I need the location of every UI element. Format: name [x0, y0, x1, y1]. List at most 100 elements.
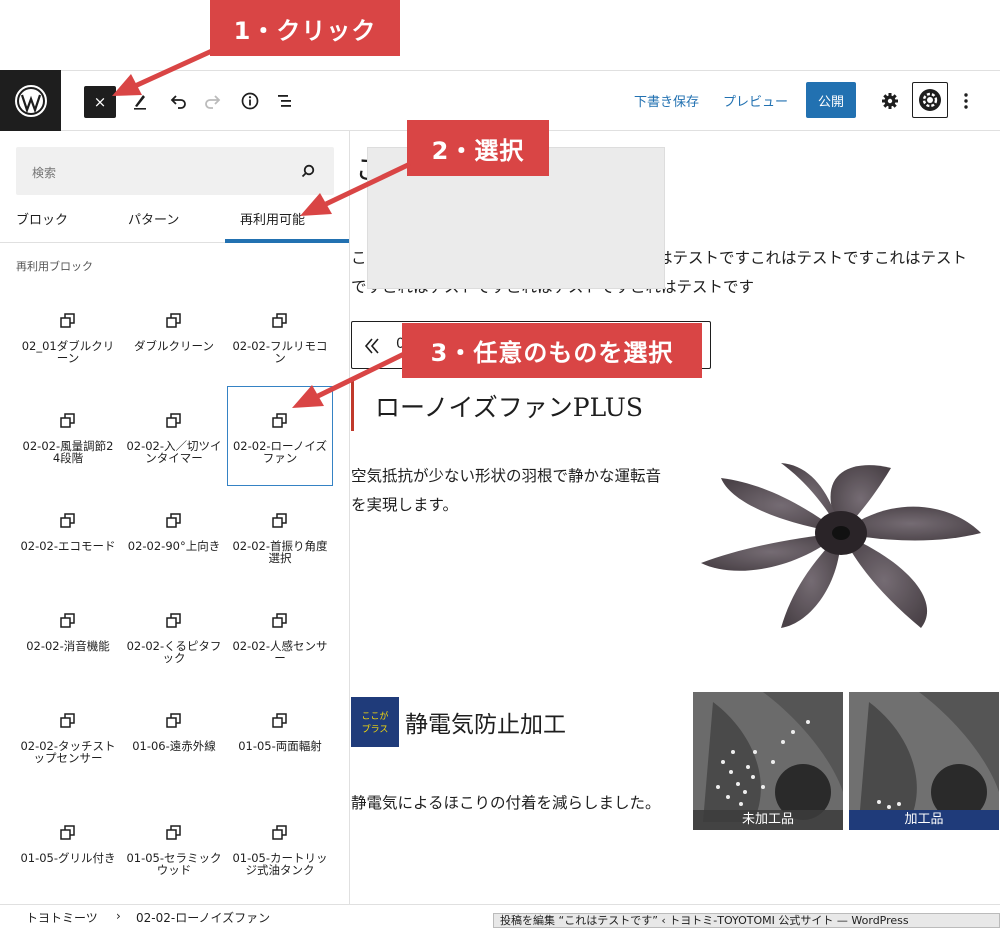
- callout-step2: 2・選択: [407, 120, 549, 176]
- reusable-block-item[interactable]: 02-02-フルリモコン: [228, 287, 332, 385]
- reusable-block-label: 02-02-消音機能: [26, 639, 110, 653]
- reusable-block-icon: [166, 513, 181, 528]
- untreated-photo: 未加工品: [693, 692, 843, 830]
- reusable-block-icon: [60, 413, 75, 428]
- reusable-block-icon: [60, 825, 75, 840]
- tools-pen-button[interactable]: [124, 85, 156, 117]
- reusable-block-icon: [166, 613, 181, 628]
- reusable-block-icon: [272, 313, 287, 328]
- reusable-block-item[interactable]: 02-02-風量調節24段階: [16, 387, 120, 485]
- reusable-block-item[interactable]: 02-02-人感センサー: [228, 587, 332, 685]
- search-icon: [301, 164, 315, 178]
- close-inserter-button[interactable]: ×: [84, 86, 116, 118]
- gear-icon: [882, 93, 898, 109]
- reusable-block-label: 02-02-首振り角度選択: [232, 539, 328, 565]
- heading-accent-bar: [351, 381, 354, 431]
- paragraph-line-start[interactable]: こ: [351, 244, 367, 273]
- reusable-block-icon: [60, 513, 75, 528]
- reusable-block-label: 02_01ダブルクリーン: [21, 339, 115, 365]
- wordpress-logo-icon[interactable]: [0, 70, 61, 132]
- callout-step1: 1・クリック: [210, 0, 400, 56]
- reusable-block-item[interactable]: 02-02-消音機能: [16, 587, 120, 685]
- reusable-block-icon: [60, 613, 75, 628]
- reusable-block-icon: [166, 825, 181, 840]
- tab-blocks[interactable]: ブロック: [16, 209, 68, 228]
- reusable-block-icon: [60, 313, 75, 328]
- reusable-block-label: 02-02-エコモード: [20, 539, 116, 553]
- details-button[interactable]: [234, 85, 266, 117]
- inserter-tabs: ブロック パターン 再利用可能: [0, 197, 349, 243]
- reusable-block-icon: [272, 825, 287, 840]
- tab-reusable[interactable]: 再利用可能: [240, 209, 305, 228]
- breadcrumb-root[interactable]: トヨトミーツ: [26, 909, 98, 926]
- reusable-block-item[interactable]: 02-02-エコモード: [16, 487, 120, 585]
- plus-badge-bottom: プラス: [361, 725, 389, 735]
- breadcrumb-current[interactable]: 02-02-ローノイズファン: [136, 909, 270, 926]
- reusable-block-label: 02-02-風量調節24段階: [22, 439, 114, 465]
- reusable-block-item[interactable]: 02-02-入／切ツインタイマー: [122, 387, 226, 485]
- undo-button[interactable]: [162, 85, 194, 117]
- static-description[interactable]: 静電気によるほこりの付着を減らしました。: [351, 789, 661, 818]
- reusable-block-item[interactable]: 02-02-タッチストップセンサー: [16, 687, 120, 785]
- plus-badge: ここが プラス: [351, 697, 399, 747]
- reusable-block-icon: [272, 613, 287, 628]
- block-search-field[interactable]: 検索: [16, 147, 334, 195]
- reusable-block-label: 02-02-フルリモコン: [232, 339, 328, 365]
- subsection-heading[interactable]: 静電気防止加工: [405, 705, 566, 739]
- reusable-block-item[interactable]: 02_01ダブルクリーン: [16, 287, 120, 385]
- preview-button[interactable]: プレビュー: [723, 91, 788, 110]
- reusable-block-item[interactable]: 02-02-首振り角度選択: [228, 487, 332, 585]
- reusable-block-label: 02-02-人感センサー: [232, 639, 328, 665]
- reusable-block-label: 01-05-セラミックウッド: [126, 851, 222, 877]
- reusable-block-label: 02-02-90°上向き: [127, 539, 221, 553]
- reusable-block-item[interactable]: 01-05-セラミックウッド: [122, 799, 226, 897]
- fan-description[interactable]: 空気抵抗が少ない形状の羽根で静かな運転音を実現します。: [351, 462, 671, 520]
- reusable-block-item[interactable]: 01-05-両面輻射: [228, 687, 332, 785]
- publish-button[interactable]: 公開: [806, 82, 856, 118]
- reusable-block-item[interactable]: 01-05-カートリッジ式油タンク: [228, 799, 332, 897]
- close-icon: ×: [93, 93, 107, 111]
- reusable-block-icon: [364, 338, 379, 354]
- treated-caption: 加工品: [849, 810, 999, 830]
- callout-step3: 3・任意のものを選択: [402, 323, 702, 378]
- reusable-block-icon: [166, 413, 181, 428]
- reusable-block-item[interactable]: 02-02-90°上向き: [122, 487, 226, 585]
- redo-button[interactable]: [197, 85, 229, 117]
- settings-button[interactable]: [874, 85, 906, 117]
- reusable-block-label: 02-02-入／切ツインタイマー: [126, 439, 222, 465]
- undo-icon: [170, 95, 186, 109]
- reusable-block-item[interactable]: 01-05-グリル付き: [16, 799, 120, 897]
- reusable-section-label: 再利用ブロック: [16, 260, 93, 273]
- reusable-block-label: 02-02-くるピタフック: [126, 639, 222, 665]
- more-options-button[interactable]: [950, 85, 982, 117]
- reusable-block-item[interactable]: 02-02-くるピタフック: [122, 587, 226, 685]
- block-inserter-panel: 検索 ブロック パターン 再利用可能 再利用ブロック 02_01ダブルクリーン ダ…: [0, 131, 350, 904]
- window-title-tooltip: 投稿を編集 “これはテストです” ‹ トヨトミ-TOYOTOMI 公式サイト —…: [493, 913, 1000, 928]
- reusable-block-label: 02-02-ローノイズファン: [232, 439, 328, 465]
- tab-patterns[interactable]: パターン: [128, 209, 179, 228]
- reusable-block-label: ダブルクリーン: [134, 339, 214, 353]
- redo-icon: [205, 95, 221, 109]
- reusable-block-label: 02-02-タッチストップセンサー: [20, 739, 116, 765]
- reusable-block-item[interactable]: ダブルクリーン: [122, 287, 226, 385]
- paragraph-line-1[interactable]: はテストですこれはテストですこれはテスト: [657, 244, 967, 273]
- section-heading[interactable]: ローノイズファンPLUS: [375, 388, 643, 424]
- info-icon: [241, 92, 259, 110]
- list-view-button[interactable]: [269, 85, 301, 117]
- reusable-block-icon: [60, 713, 75, 728]
- treated-photo: 加工品: [849, 692, 999, 830]
- save-draft-button[interactable]: 下書き保存: [634, 91, 699, 110]
- reusable-block-item[interactable]: 01-06-遠赤外線: [122, 687, 226, 785]
- plugin-settings-button[interactable]: [912, 82, 948, 118]
- reusable-block-item[interactable]: 02-02-ローノイズファン: [227, 386, 333, 486]
- pen-icon: [134, 95, 146, 110]
- reusable-block-icon: [272, 513, 287, 528]
- untreated-caption: 未加工品: [693, 810, 843, 830]
- active-tab-indicator: [225, 239, 349, 243]
- editor-canvas: こ こ はテストですこれはテストですこれはテスト ですこれはテストですこれはテス…: [351, 131, 1000, 904]
- wordpress-w-icon: [14, 85, 47, 117]
- list-view-icon: [278, 95, 291, 107]
- search-placeholder: 検索: [32, 166, 57, 180]
- reusable-block-label: 01-05-両面輻射: [238, 739, 322, 753]
- reusable-block-label: 01-05-カートリッジ式油タンク: [232, 851, 328, 877]
